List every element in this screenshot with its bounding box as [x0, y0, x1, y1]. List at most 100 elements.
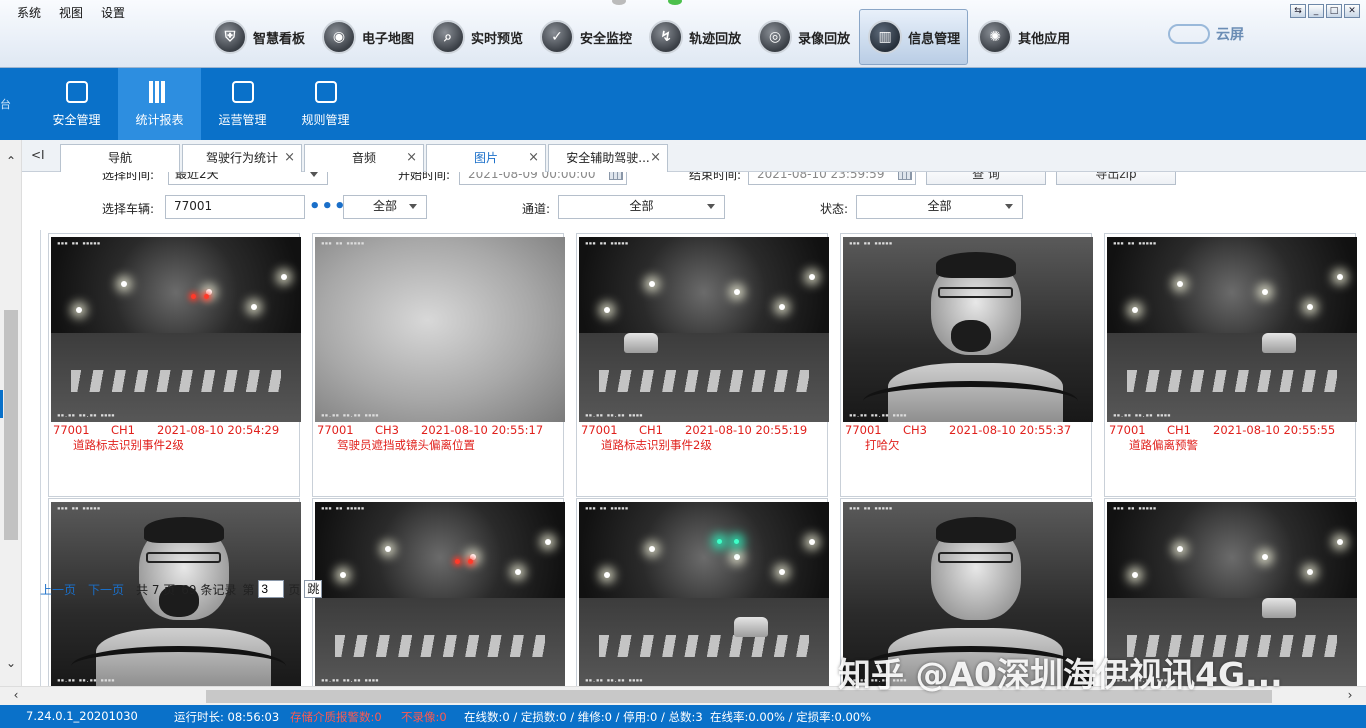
photo-card[interactable]: ▪▪▪ ▪▪ ▪▪▪▪▪ ▪▪.▪▪ ▪▪.▪▪ ▪▪▪▪ 77001 CH1 2021… [48, 233, 301, 497]
version-text: 7.24.0.1_20201030 [26, 709, 138, 723]
nav-safety-monitor[interactable]: ✓ 安全监控 [532, 10, 639, 64]
tab-navigation[interactable]: 导航 [60, 144, 180, 172]
nav-live-preview[interactable]: ⌕ 实时预览 [423, 10, 530, 64]
photo-thumbnail[interactable]: ▪▪▪ ▪▪ ▪▪▪▪▪ ▪▪.▪▪ ▪▪.▪▪ ▪▪▪▪ [315, 237, 565, 422]
close-icon[interactable]: × [528, 145, 539, 171]
menu-settings[interactable]: 设置 [92, 4, 134, 21]
nav-label: 智慧看板 [253, 31, 306, 47]
nav-info-management[interactable]: ▥ 信息管理 [859, 9, 969, 65]
sub-nav-rules[interactable]: 规则管理 [284, 68, 367, 140]
cloud-screen-button[interactable]: 云屏 [1168, 24, 1244, 44]
minimize-icon[interactable]: _ [1308, 4, 1324, 18]
tab-driving-behavior[interactable]: 驾驶行为统计 × [182, 144, 302, 172]
photo-thumbnail[interactable]: ▪▪▪ ▪▪ ▪▪▪▪▪ ▪▪.▪▪ ▪▪.▪▪ ▪▪▪▪ [579, 502, 829, 686]
vertical-scrollbar[interactable]: ⌃ ⌄ [0, 140, 22, 688]
left-edge-marker [0, 390, 3, 418]
photo-gps-overlay: ▪▪.▪▪ ▪▪.▪▪ ▪▪▪▪ [1113, 412, 1171, 419]
photo-gps-overlay: ▪▪.▪▪ ▪▪.▪▪ ▪▪▪▪ [585, 412, 643, 419]
watermark: 知乎 @A0深圳海伊视讯4G... [838, 655, 1283, 694]
next-page-link[interactable]: 下一页 [88, 581, 124, 598]
chevron-up-icon[interactable]: ⌃ [4, 154, 18, 168]
photo-timestamp-overlay: ▪▪▪ ▪▪ ▪▪▪▪▪ [585, 505, 629, 512]
sub-nav-operations[interactable]: 运营管理 [201, 68, 284, 140]
close-icon[interactable]: × [284, 145, 295, 171]
close-icon[interactable]: × [406, 145, 417, 171]
photo-card[interactable]: ▪▪▪ ▪▪ ▪▪▪▪▪ ▪▪.▪▪ ▪▪.▪▪ ▪▪▪▪ 77001 CH1 2021… [576, 233, 829, 497]
nav-label: 录像回放 [798, 31, 851, 47]
vehicle-scope-select[interactable]: 全部 [343, 195, 427, 219]
photo-event: 驾驶员遮挡或镜头偏离位置 [337, 438, 475, 452]
collapse-panel-icon[interactable]: <I [31, 148, 45, 162]
more-icon[interactable]: ••• [309, 196, 347, 217]
photo-channel: CH3 [903, 423, 927, 437]
tab-label: 音频 [351, 151, 376, 165]
photo-time: 2021-08-10 20:55:55 [1213, 423, 1336, 437]
close-icon[interactable]: ✕ [1344, 4, 1360, 18]
chevron-right-icon[interactable]: › [1342, 688, 1358, 702]
cloud-screen-label: 云屏 [1216, 27, 1244, 43]
photo-vehicle: 77001 [581, 423, 618, 437]
sub-nav-safety-management[interactable]: 安全管理 [35, 68, 118, 140]
photo-gps-overlay: ▪▪.▪▪ ▪▪.▪▪ ▪▪▪▪ [321, 412, 379, 419]
menu-view[interactable]: 视图 [50, 4, 92, 21]
restore-icon[interactable]: ⇆ [1290, 4, 1306, 18]
tab-audio[interactable]: 音频 × [304, 144, 424, 172]
photo-timestamp-overlay: ▪▪▪ ▪▪ ▪▪▪▪▪ [57, 505, 101, 512]
photo-thumbnail[interactable]: ▪▪▪ ▪▪ ▪▪▪▪▪ ▪▪.▪▪ ▪▪.▪▪ ▪▪▪▪ [315, 502, 565, 686]
tab-adas[interactable]: 安全辅助驾驶... × [548, 144, 668, 172]
search-icon: ⌕ [431, 20, 466, 54]
photo-thumbnail[interactable]: ▪▪▪ ▪▪ ▪▪▪▪▪ ▪▪.▪▪ ▪▪.▪▪ ▪▪▪▪ [579, 237, 829, 422]
photo-card[interactable]: ▪▪▪ ▪▪ ▪▪▪▪▪ ▪▪.▪▪ ▪▪.▪▪ ▪▪▪▪ 77001 CH3 2021… [840, 233, 1093, 497]
bar-chart-icon: ▥ [868, 20, 903, 54]
photo-event: 道路偏离预警 [1129, 438, 1198, 452]
photo-time: 2021-08-10 20:55:19 [685, 423, 808, 437]
map-pin-icon: ◉ [322, 20, 357, 54]
photo-thumbnail[interactable]: ▪▪▪ ▪▪ ▪▪▪▪▪ ▪▪.▪▪ ▪▪.▪▪ ▪▪▪▪ [1107, 237, 1357, 422]
photo-card[interactable]: ▪▪▪ ▪▪ ▪▪▪▪▪ ▪▪.▪▪ ▪▪.▪▪ ▪▪▪▪ 77001 CH1 2021… [1104, 233, 1357, 497]
photo-event: 打哈欠 [865, 438, 900, 452]
nav-e-map[interactable]: ◉ 电子地图 [314, 10, 421, 64]
photo-timestamp-overlay: ▪▪▪ ▪▪ ▪▪▪▪▪ [1113, 505, 1157, 512]
shield-check-icon: ✓ [540, 20, 575, 54]
sub-nav-statistics-report[interactable]: 统计报表 [118, 68, 201, 140]
photo-card[interactable]: ▪▪▪ ▪▪ ▪▪▪▪▪ ▪▪.▪▪ ▪▪.▪▪ ▪▪▪▪ 77001 CH3 2021… [312, 233, 565, 497]
photo-time: 2021-08-10 20:54:29 [157, 423, 280, 437]
nav-video-playback[interactable]: ◎ 录像回放 [750, 10, 857, 64]
chevron-left-icon[interactable]: ‹ [8, 688, 24, 702]
play-shield-icon [65, 80, 88, 103]
channel-select[interactable]: 全部 [558, 195, 725, 219]
close-icon[interactable]: × [650, 145, 661, 171]
top-indicator [610, 0, 682, 6]
sub-nav: 台 安全管理 统计报表 运营管理 规则管理 [0, 68, 1366, 140]
jump-button[interactable]: 跳 [304, 580, 323, 598]
chevron-down-icon[interactable]: ⌄ [4, 656, 18, 670]
menu-system[interactable]: 系统 [8, 4, 50, 21]
photo-event: 道路标志识别事件2级 [73, 438, 184, 452]
top-bar: 系统 视图 设置 ⛨ 智慧看板 ◉ 电子地图 ⌕ 实时预览 ✓ 安全监控 ↯ 轨迹回放 ◎… [0, 0, 1366, 68]
status-select[interactable]: 全部 [856, 195, 1023, 219]
status-label: 状态: [820, 202, 849, 216]
nav-label: 实时预览 [471, 31, 524, 47]
page-number-input[interactable] [258, 580, 285, 598]
tab-pictures[interactable]: 图片 × [426, 144, 546, 172]
photo-gps-overlay: ▪▪.▪▪ ▪▪.▪▪ ▪▪▪▪ [57, 677, 115, 684]
nav-smart-board[interactable]: ⛨ 智慧看板 [205, 10, 312, 64]
nav-other-apps[interactable]: ✺ 其他应用 [970, 10, 1077, 64]
photo-thumbnail[interactable]: ▪▪▪ ▪▪ ▪▪▪▪▪ ▪▪.▪▪ ▪▪.▪▪ ▪▪▪▪ [843, 237, 1093, 422]
prev-page-link[interactable]: 上一页 [40, 581, 76, 598]
nav-label: 信息管理 [908, 31, 961, 47]
maximize-icon[interactable]: □ [1326, 4, 1342, 18]
dashboard-icon [231, 80, 254, 103]
scrollbar-thumb[interactable] [4, 310, 18, 540]
sub-nav-label: 统计报表 [135, 112, 184, 127]
photo-card[interactable]: ▪▪▪ ▪▪ ▪▪▪▪▪ ▪▪.▪▪ ▪▪.▪▪ ▪▪▪▪ [576, 498, 829, 686]
sub-nav-label: 规则管理 [301, 112, 350, 127]
menu-bar: 系统 视图 设置 [8, 4, 134, 21]
total-pages: 共 7 页 [136, 582, 176, 597]
vehicle-input[interactable]: 77001 [165, 195, 305, 219]
photo-thumbnail[interactable]: ▪▪▪ ▪▪ ▪▪▪▪▪ ▪▪.▪▪ ▪▪.▪▪ ▪▪▪▪ [51, 237, 301, 422]
photo-vehicle: 77001 [317, 423, 354, 437]
photo-card[interactable]: ▪▪▪ ▪▪ ▪▪▪▪▪ ▪▪.▪▪ ▪▪.▪▪ ▪▪▪▪ [312, 498, 565, 686]
nav-track-playback[interactable]: ↯ 轨迹回放 [641, 10, 748, 64]
window-icon [314, 80, 337, 103]
